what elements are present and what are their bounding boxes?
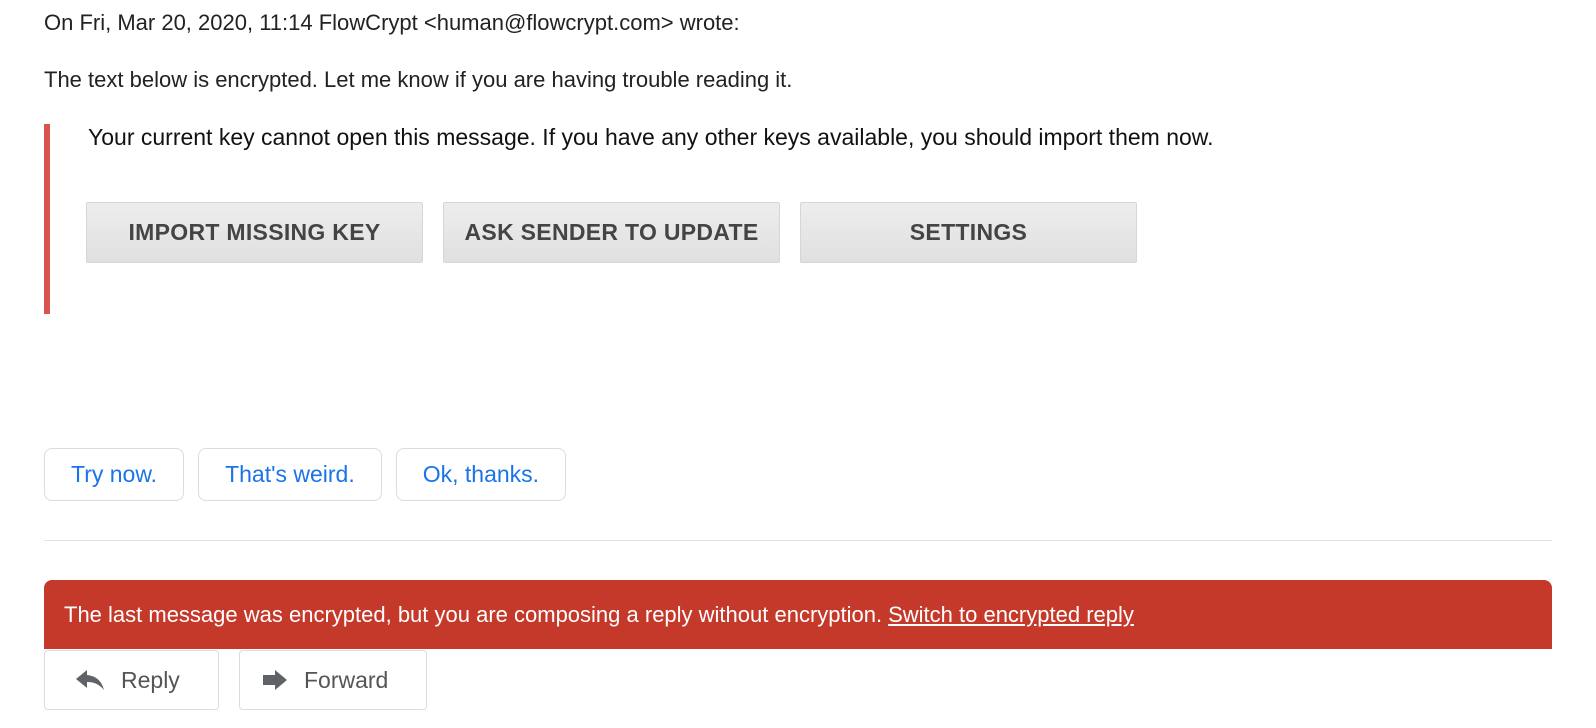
switch-to-encrypted-reply-link[interactable]: Switch to encrypted reply — [888, 602, 1134, 628]
forward-button[interactable]: Forward — [239, 650, 427, 710]
decrypt-error-message: Your current key cannot open this messag… — [88, 124, 1214, 150]
divider — [44, 540, 1552, 541]
unencrypted-reply-warning: The last message was encrypted, but you … — [44, 580, 1552, 649]
quote-intro-text: The text below is encrypted. Let me know… — [44, 67, 793, 92]
email-thread-view: On Fri, Mar 20, 2020, 11:14 FlowCrypt <h… — [0, 0, 1596, 728]
reply-button[interactable]: Reply — [44, 650, 219, 710]
warning-text: The last message was encrypted, but you … — [64, 601, 883, 627]
import-missing-key-button[interactable]: IMPORT MISSING KEY — [86, 202, 423, 263]
quote-attribution: On Fri, Mar 20, 2020, 11:14 FlowCrypt <h… — [44, 10, 740, 35]
smart-reply-try-now[interactable]: Try now. — [44, 448, 185, 501]
message-actions: Reply Forward — [44, 650, 427, 710]
smart-reply-thats-weird[interactable]: That's weird. — [198, 448, 382, 501]
ask-sender-to-update-button[interactable]: ASK SENDER TO UPDATE — [443, 202, 780, 263]
forward-label: Forward — [304, 666, 389, 693]
settings-button[interactable]: SETTINGS — [800, 202, 1137, 263]
forward-icon — [263, 670, 287, 690]
smart-reply-suggestions: Try now. That's weird. Ok, thanks. — [44, 448, 567, 501]
smart-reply-ok-thanks[interactable]: Ok, thanks. — [395, 448, 567, 501]
reply-icon — [76, 670, 104, 690]
reply-label: Reply — [121, 666, 180, 693]
decrypt-error-actions: IMPORT MISSING KEY ASK SENDER TO UPDATE … — [86, 202, 1137, 263]
flowcrypt-decrypt-error-block: Your current key cannot open this messag… — [44, 124, 1344, 314]
